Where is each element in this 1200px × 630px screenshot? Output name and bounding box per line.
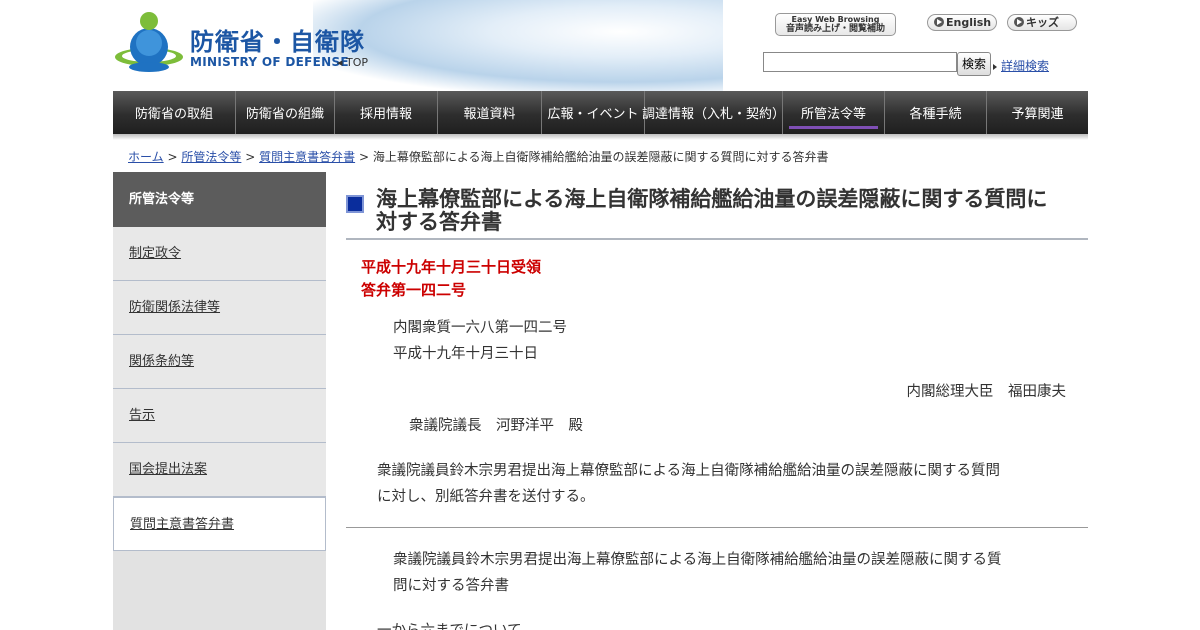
breadcrumb-separator: >: [167, 150, 178, 164]
sidebar-item-notices[interactable]: 告示: [113, 389, 326, 443]
nav-item-recruitment[interactable]: 採用情報: [335, 91, 438, 134]
page: 防衛省・自衛隊 MINISTRY OF DEFENSE ◂ TOP Easy W…: [0, 0, 1200, 630]
nav-item-procedures[interactable]: 各種手続: [885, 91, 987, 134]
easy-web-sublabel: 音声読み上げ・閲覧補助: [785, 24, 885, 34]
title-bullet-icon: [346, 195, 364, 213]
breadcrumb-home[interactable]: ホーム: [128, 150, 164, 164]
mod-logo-icon[interactable]: [113, 10, 189, 76]
breadcrumb: ホーム > 所管法令等 > 質問主意書答弁書 > 海上幕僚監部による海上自衛隊補…: [128, 148, 828, 165]
header-earth-graphic: [313, 0, 723, 91]
answer-number: 答弁第一四二号: [361, 281, 467, 299]
sidebar-item-treaties[interactable]: 関係条約等: [113, 335, 326, 389]
easy-web-label: Easy Web Browsing: [791, 15, 880, 24]
logo-english-text[interactable]: MINISTRY OF DEFENSE: [190, 55, 349, 69]
received-date: 平成十九年十月三十日受領: [361, 258, 542, 276]
nav-item-laws[interactable]: 所管法令等: [783, 91, 885, 134]
triangle-right-icon: [993, 63, 997, 70]
top-link-label: TOP: [346, 56, 369, 69]
breadcrumb-current: 海上幕僚監部による海上自衛隊補給艦給油量の誤差隠蔽に関する質問に対する答弁書: [372, 150, 829, 164]
breadcrumb-separator: >: [245, 150, 256, 164]
paragraph-2-line-2: 問に対する答弁書: [393, 578, 509, 594]
cabinet-number: 内閣衆質一六八第一四二号: [393, 320, 567, 336]
advanced-search-link[interactable]: 詳細検索: [993, 57, 1049, 74]
nav-item-organization[interactable]: 防衛省の組織: [236, 91, 335, 134]
advanced-search-label: 詳細検索: [1001, 59, 1050, 73]
page-title: 海上幕僚監部による海上自衛隊補給艦給油量の誤差隠蔽に関する質問に 対する答弁書: [346, 188, 1088, 240]
nav-item-initiatives[interactable]: 防衛省の取組: [113, 91, 236, 134]
top-arrow-icon: ◂: [337, 56, 343, 69]
receipt-info: 平成十九年十月三十日受領 答弁第一四二号: [361, 256, 541, 302]
paragraph-2-line-1: 衆議院議員鈴木宗男君提出海上幕僚監部による海上自衛隊補給艦給油量の誤差隠蔽に関す…: [393, 552, 1002, 568]
breadcrumb-separator: >: [358, 150, 369, 164]
logo-japanese-text[interactable]: 防衛省・自衛隊: [190, 22, 365, 57]
english-button[interactable]: English: [927, 14, 997, 31]
paragraph-1-line-2: に対し、別紙答弁書を送付する。: [377, 489, 595, 505]
kids-button[interactable]: キッズ: [1007, 14, 1077, 31]
signatory: 内閣総理大臣 福田康夫: [906, 384, 1067, 400]
document-date: 平成十九年十月三十日: [393, 346, 538, 362]
breadcrumb-questions[interactable]: 質問主意書答弁書: [259, 150, 355, 164]
breadcrumb-laws[interactable]: 所管法令等: [181, 150, 241, 164]
arrow-right-icon: [1014, 17, 1024, 27]
sidebar-item-defense-laws[interactable]: 防衛関係法律等: [113, 281, 326, 335]
main-content: 海上幕僚監部による海上自衛隊補給艦給油量の誤差隠蔽に関する質問に 対する答弁書 …: [346, 172, 1088, 630]
title-line-1: 海上幕僚監部による海上自衛隊補給艦給油量の誤差隠蔽に関する質問に: [376, 187, 1048, 211]
paragraph-1-line-1: 衆議院議員鈴木宗男君提出海上幕僚監部による海上自衛隊補給艦給油量の誤差隠蔽に関す…: [377, 463, 1001, 479]
nav-shadow: [113, 134, 1088, 140]
title-line-2: 対する答弁書: [376, 210, 502, 234]
sidebar-item-cabinet-orders[interactable]: 制定政令: [113, 227, 326, 281]
site-header: 防衛省・自衛隊 MINISTRY OF DEFENSE ◂ TOP Easy W…: [113, 0, 1088, 91]
nav-item-press[interactable]: 報道資料: [438, 91, 542, 134]
nav-item-pr-events[interactable]: 広報・イベント: [542, 91, 645, 134]
sidebar-item-bills[interactable]: 国会提出法案: [113, 443, 326, 497]
english-label: English: [946, 16, 992, 29]
easy-web-browsing-button[interactable]: Easy Web Browsing 音声読み上げ・閲覧補助: [775, 13, 896, 36]
arrow-right-icon: [934, 17, 944, 27]
global-nav: 防衛省の取組 防衛省の組織 採用情報 報道資料 広報・イベント 調達情報（入札・…: [113, 91, 1088, 134]
sidebar-item-questions[interactable]: 質問主意書答弁書: [113, 497, 326, 551]
section-heading-1-6: 一から六までについて: [377, 618, 522, 630]
search-button[interactable]: 検索: [957, 52, 991, 76]
search-input[interactable]: [763, 52, 957, 72]
nav-item-budget[interactable]: 予算関連: [987, 91, 1088, 134]
kids-label: キッズ: [1026, 16, 1059, 29]
sidebar: 所管法令等 制定政令 防衛関係法律等 関係条約等 告示 国会提出法案 質問主意書…: [113, 172, 326, 630]
top-link[interactable]: ◂ TOP: [337, 56, 368, 69]
page-title-text: 海上幕僚監部による海上自衛隊補給艦給油量の誤差隠蔽に関する質問に 対する答弁書: [376, 188, 1088, 234]
sidebar-heading[interactable]: 所管法令等: [113, 172, 326, 227]
nav-item-procurement[interactable]: 調達情報（入札・契約）: [642, 91, 785, 134]
divider: [346, 527, 1088, 528]
addressee: 衆議院議長 河野洋平 殿: [409, 418, 583, 434]
